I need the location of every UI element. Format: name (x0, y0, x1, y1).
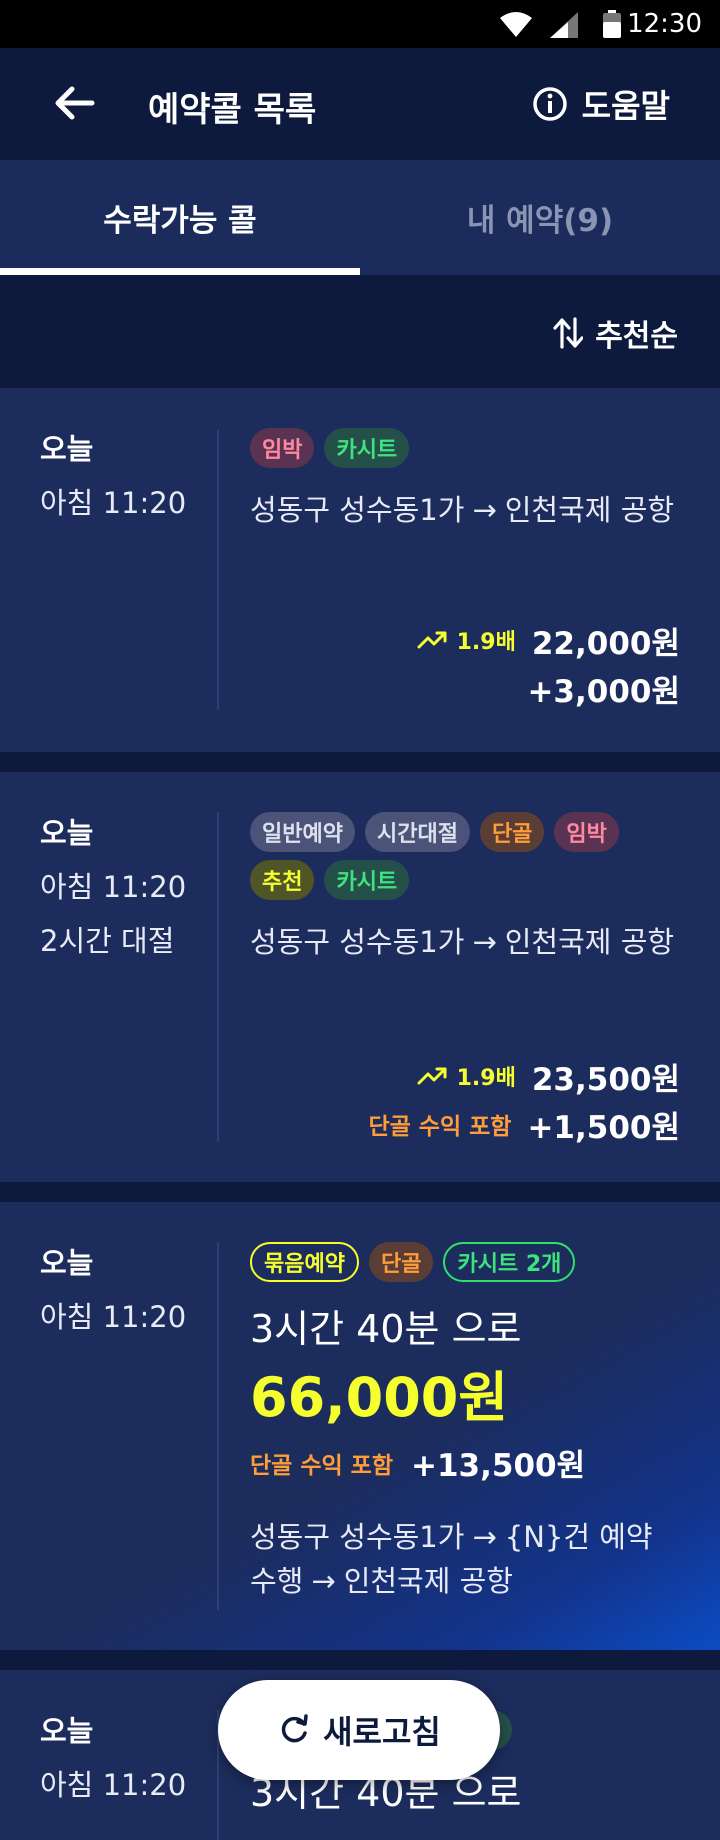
tab-available-calls[interactable]: 수락가능 콜 (0, 160, 360, 275)
route-origin: 성동구 성수동1가 (250, 925, 465, 959)
app-bar: 예약콜 목록 도움말 (0, 48, 720, 160)
cellular-signal-icon (550, 12, 578, 38)
call-datetime: 오늘 아침 11:20 (40, 1246, 210, 1334)
route-destination: 인천국제 공항 (343, 1564, 513, 1598)
call-card[interactable]: 오늘 아침 11:20 임박 카시트 성동구 성수동1가 → 인천국제 공항 1.9… (0, 388, 720, 752)
badge-carseat-count: 카시트 2개 (443, 1242, 576, 1282)
badge-bundle-reservation: 묶음예약 (250, 1242, 359, 1282)
call-time: 아침 11:20 (40, 870, 187, 904)
badge-normal-reservation: 일반예약 (250, 812, 355, 852)
tab-my-reservations[interactable]: 내 예약(9) (360, 160, 720, 275)
call-time: 아침 11:20 (40, 1300, 187, 1334)
badge-list: 묶음예약 단골 카시트 2개 (250, 1242, 680, 1282)
page-title: 예약콜 목록 (148, 90, 317, 130)
call-charter-duration: 2시간 대절 (40, 924, 175, 958)
badge-regular-customer: 단골 (368, 1242, 434, 1282)
route-origin: 성동구 성수동1가 (250, 1520, 465, 1554)
bundle-price: 66,000원 (250, 1366, 509, 1429)
back-arrow-icon[interactable] (50, 78, 100, 128)
route-destination: 인천국제 공항 (504, 925, 675, 959)
route-arrow-icon: → (472, 493, 497, 527)
route-arrow-icon: → (472, 925, 497, 959)
call-details: 일반예약 시간대절 단골 임박 추천 카시트 성동구 성수동1가 → 인천국제 공항 (250, 812, 680, 964)
surge-multiplier: 1.9배 (417, 1060, 516, 1092)
card-divider (217, 430, 219, 710)
status-time: 12:30 (627, 9, 702, 39)
sort-icon (553, 317, 584, 349)
badge-time-charter: 시간대절 (364, 812, 470, 852)
badge-urgent: 임박 (250, 428, 315, 468)
help-button[interactable]: 도움말 (532, 80, 670, 128)
call-datetime: 오늘 아침 11:20 (40, 432, 210, 520)
help-label: 도움말 (581, 87, 670, 125)
multiplier-value: 1.9배 (456, 1066, 516, 1091)
route-origin: 성동구 성수동1가 (250, 493, 465, 527)
call-details: 임박 카시트 성동구 성수동1가 → 인천국제 공항 (250, 428, 680, 532)
badge-list: 일반예약 시간대절 단골 임박 추천 카시트 (250, 812, 680, 900)
route-arrow-icon: → (472, 1520, 497, 1554)
badge-urgent: 임박 (554, 812, 619, 852)
call-bonus: +1,500원 (527, 1109, 680, 1146)
call-route: 성동구 성수동1가 → 인천국제 공항 (250, 488, 680, 532)
call-datetime: 오늘 아침 11:20 2시간 대절 (40, 816, 210, 958)
call-price: 23,500원 (531, 1061, 680, 1098)
call-card[interactable]: 오늘 아침 11:20 2시간 대절 일반예약 시간대절 단골 임박 추천 카시… (0, 772, 720, 1182)
multiplier-value: 1.9배 (456, 630, 516, 655)
badge-carseat: 카시트 (324, 428, 410, 468)
call-pricing: 1.9배 23,500원 단골 수익 포함 +1,500원 (368, 1052, 680, 1148)
call-route: 성동구 성수동1가 → {N}건 예약 수행 → 인천국제 공항 (250, 1515, 680, 1603)
call-pricing: 1.9배 22,000원 +3,000원 (417, 616, 680, 712)
call-day: 오늘 (40, 1714, 94, 1748)
bundle-call-card[interactable]: 오늘 아침 11:20 묶음예약 단골 카시트 2개 3시간 40분 으로 66… (0, 1202, 720, 1650)
call-time: 아침 11:20 (40, 486, 187, 520)
active-tab-indicator (0, 268, 360, 275)
trending-up-icon (417, 631, 447, 649)
regular-income-label: 단골 수익 포함 (368, 1114, 512, 1140)
regular-income-label: 단골 수익 포함 (250, 1452, 393, 1479)
tab-bar: 수락가능 콜 내 예약(9) (0, 160, 720, 275)
call-bonus: +3,000원 (527, 673, 680, 710)
bundle-bonus-row: 단골 수익 포함 +13,500원 (250, 1440, 680, 1485)
card-divider (217, 812, 219, 1142)
sort-label: 추천순 (595, 319, 678, 354)
sort-button[interactable]: 추천순 (553, 311, 678, 355)
call-datetime: 오늘 아침 11:20 (40, 1714, 210, 1802)
card-divider (217, 1242, 219, 1610)
info-icon (532, 87, 567, 121)
badge-carseat: 카시트 (324, 860, 410, 900)
call-route: 성동구 성수동1가 → 인천국제 공항 (250, 920, 680, 964)
bundle-duration: 3시간 40분 으로 (250, 1307, 522, 1351)
call-price: 22,000원 (531, 625, 680, 662)
call-day: 오늘 (40, 816, 94, 850)
badge-recommended: 추천 (250, 860, 315, 900)
call-day: 오늘 (40, 1246, 94, 1280)
refresh-button[interactable]: 새로고침 (218, 1680, 500, 1780)
badge-list: 임박 카시트 (250, 428, 680, 468)
call-time: 아침 11:20 (40, 1768, 187, 1802)
call-day: 오늘 (40, 432, 94, 466)
sort-bar: 추천순 (0, 275, 720, 388)
wifi-icon (500, 12, 532, 37)
route-arrow-icon: → (311, 1564, 336, 1598)
trending-up-icon (417, 1067, 447, 1085)
status-bar: 12:30 (0, 0, 720, 48)
refresh-icon (281, 1714, 308, 1743)
surge-multiplier: 1.9배 (417, 624, 516, 656)
refresh-label: 새로고침 (323, 1713, 441, 1751)
badge-regular-customer: 단골 (479, 812, 545, 852)
call-bonus: +13,500원 (410, 1448, 586, 1484)
route-destination: 인천국제 공항 (504, 493, 675, 527)
battery-icon (603, 10, 621, 38)
call-details: 묶음예약 단골 카시트 2개 3시간 40분 으로 66,000원 단골 수익 … (250, 1242, 680, 1603)
